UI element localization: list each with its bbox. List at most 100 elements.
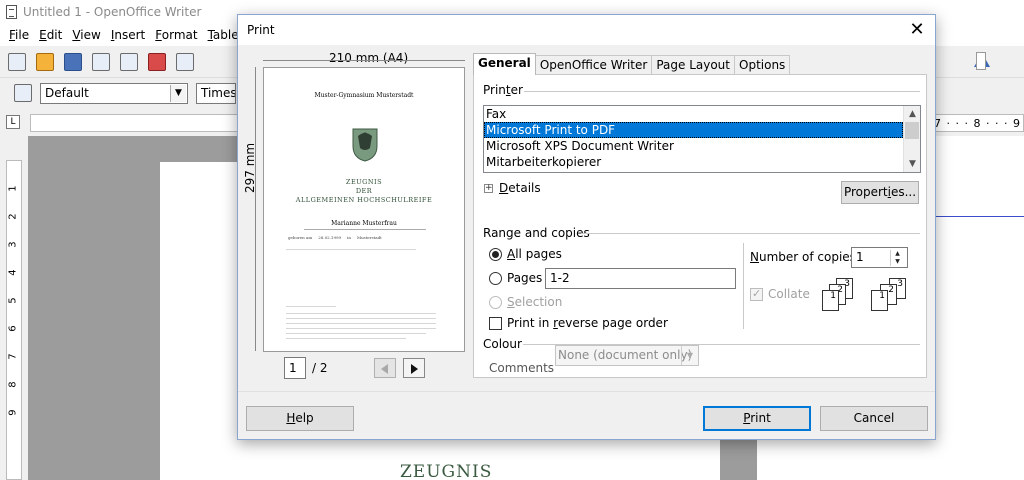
v-ruler-num: 8	[7, 381, 19, 388]
dialog-titlebar[interactable]: Print ✕	[238, 15, 935, 45]
edit-file-icon[interactable]	[120, 52, 138, 71]
v-ruler-num: 4	[7, 269, 19, 276]
printer-item[interactable]: Mitarbeiterkopierer	[484, 154, 903, 170]
help-button[interactable]: Help	[246, 406, 354, 431]
comments-value: None (document only)	[558, 348, 693, 362]
tab-general[interactable]: General	[473, 53, 536, 75]
preview-text-line	[286, 318, 436, 319]
preview-text-line	[286, 306, 336, 307]
menu-view[interactable]: View	[67, 28, 105, 42]
toolbar-overflow-dropdown[interactable]	[976, 52, 986, 70]
v-ruler-num: 9	[7, 409, 19, 416]
scrollbar-thumb[interactable]	[905, 122, 919, 139]
colour-section-label: Colour	[483, 337, 522, 351]
close-icon[interactable]: ✕	[905, 18, 929, 42]
range-section-label: Range and copies	[483, 226, 590, 240]
details-expander[interactable]: + Details	[484, 181, 541, 195]
spin-up-icon[interactable]: ▲	[891, 250, 904, 258]
printer-item[interactable]: Fax	[484, 106, 903, 122]
preview-birth-line: geboren am 28.02.1999 in Musterstadt	[288, 235, 382, 240]
preview-certificate-title: ZEUGNIS DER ALLGEMEINEN HOCHSCHULREIFE	[264, 178, 464, 205]
chevron-down-icon: ▼	[681, 346, 698, 365]
menu-insert[interactable]: Insert	[106, 28, 150, 42]
menu-edit[interactable]: Edit	[34, 28, 67, 42]
printer-item[interactable]: Microsoft XPS Document Writer	[484, 138, 903, 154]
printer-icon[interactable]	[176, 52, 194, 71]
chevron-up-icon[interactable]: ▲	[904, 106, 920, 122]
printer-item-selected[interactable]: Microsoft Print to PDF	[484, 122, 903, 138]
printer-section-label: Printer	[483, 83, 523, 97]
tab-page-layout[interactable]: Page Layout	[651, 55, 735, 75]
save-icon[interactable]	[64, 52, 82, 71]
printer-list-scrollbar[interactable]: ▲ ▼	[903, 106, 920, 172]
range-vertical-separator	[743, 243, 744, 329]
preview-title-line3: ALLGEMEINEN HOCHSCHULREIFE	[295, 196, 433, 204]
open-folder-icon[interactable]	[36, 52, 54, 71]
copies-spinner[interactable]: 1 ▲ ▼	[851, 247, 908, 268]
copies-value: 1	[856, 250, 864, 264]
v-ruler-num: 3	[7, 241, 19, 248]
preview-page-input[interactable]: 1	[284, 357, 306, 379]
chevron-down-icon[interactable]: ▼	[170, 84, 186, 102]
pages-input[interactable]: 1-2	[545, 268, 736, 289]
checkbox-icon[interactable]	[489, 316, 502, 330]
pages-label: Pages	[507, 271, 543, 285]
print-dialog: Print ✕ 210 mm (A4) 297 mm Muster-Gymnas…	[237, 14, 936, 440]
preview-title-line1: ZEUGNIS	[345, 178, 383, 186]
paragraph-style-value: Default	[45, 86, 89, 100]
general-tab-panel: Printer Fax Microsoft Print to PDF Micro…	[473, 74, 927, 378]
properties-button[interactable]: Properties...	[841, 181, 919, 204]
paragraph-style-combo[interactable]: Default ▼	[40, 82, 188, 104]
spin-down-icon[interactable]: ▼	[891, 258, 904, 266]
preview-text-line	[286, 328, 436, 329]
font-name-combo[interactable]: Times	[196, 82, 236, 104]
range-section-line	[581, 233, 920, 234]
comments-label: Comments	[489, 361, 555, 375]
preview-height-label: 297 mm	[243, 142, 257, 193]
writer-doc-icon	[6, 5, 17, 19]
chevron-down-icon[interactable]: ▼	[904, 156, 920, 172]
preview-birth-label: geboren am	[288, 235, 313, 240]
preview-title-line2: DER	[355, 187, 373, 195]
radio-icon[interactable]	[489, 271, 502, 285]
preview-width-label: 210 mm (A4)	[327, 51, 411, 65]
button-separator	[238, 391, 935, 392]
preview-text-line	[286, 323, 436, 324]
preview-text-line	[286, 338, 406, 339]
tab-options[interactable]: Options	[734, 55, 791, 75]
preview-birth-date: 28.02.1999	[318, 235, 342, 240]
printer-list[interactable]: Fax Microsoft Print to PDF Microsoft XPS…	[483, 105, 921, 173]
comments-select: None (document only) ▼	[555, 345, 699, 366]
preview-text-line	[286, 333, 426, 334]
preview-school-name: Muster-Gymnasium Musterstadt	[314, 92, 414, 99]
print-button[interactable]: Print	[703, 406, 811, 431]
v-ruler-num: 2	[7, 213, 19, 220]
reverse-order-label: Print in reverse page order	[507, 316, 668, 330]
cancel-button[interactable]: Cancel	[820, 406, 928, 431]
preview-width-line	[263, 60, 465, 61]
uncollated-copies-icon: 3 2 1	[871, 278, 913, 314]
dialog-title: Print	[247, 23, 275, 37]
copies-spin-buttons[interactable]: ▲ ▼	[890, 250, 904, 266]
menu-format[interactable]: Format	[150, 28, 202, 42]
tab-stop-icon[interactable]: L	[6, 115, 20, 129]
menu-file[interactable]: File	[4, 28, 34, 42]
selection-label: Selection	[507, 295, 563, 309]
checkbox-checked-disabled-icon	[750, 287, 763, 301]
styles-icon[interactable]	[14, 84, 32, 102]
previous-page-button[interactable]	[374, 358, 396, 378]
reverse-order-checkbox[interactable]: Print in reverse page order	[489, 316, 668, 330]
next-page-button[interactable]	[403, 358, 425, 378]
app-title: Untitled 1 - OpenOffice Writer	[23, 5, 202, 19]
email-icon[interactable]	[92, 52, 110, 71]
all-pages-radio[interactable]: All pages	[489, 247, 562, 261]
new-document-icon[interactable]	[8, 52, 26, 71]
tab-openoffice-writer[interactable]: OpenOffice Writer	[534, 55, 653, 75]
expand-plus-icon[interactable]: +	[484, 183, 493, 193]
vertical-ruler[interactable]: 1 2 3 4 5 6 7 8 9	[6, 160, 22, 480]
export-pdf-icon[interactable]	[148, 52, 166, 71]
radio-selected-icon[interactable]	[489, 247, 502, 261]
printer-section-line	[524, 91, 920, 92]
pages-radio[interactable]: Pages	[489, 271, 542, 285]
eagle-seal-icon	[352, 128, 378, 162]
